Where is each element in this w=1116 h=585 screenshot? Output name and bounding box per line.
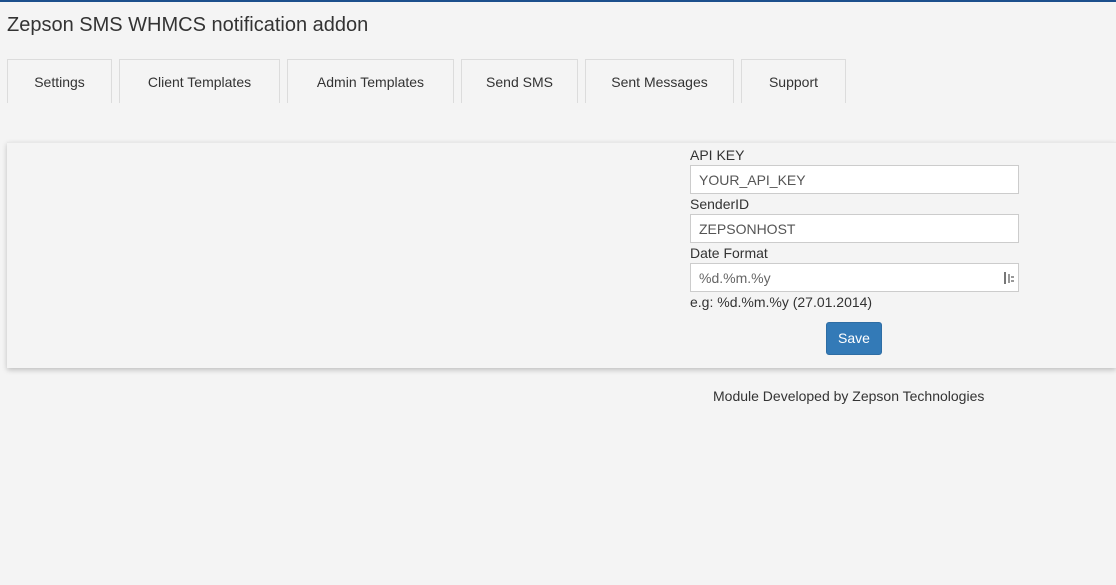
- date-format-label: Date Format: [690, 245, 768, 261]
- save-button[interactable]: Save: [826, 322, 882, 355]
- date-format-input[interactable]: [690, 263, 1019, 292]
- sender-id-label: SenderID: [690, 196, 750, 212]
- tab-admin-templates[interactable]: Admin Templates: [287, 59, 454, 103]
- input-format-icon: [1003, 271, 1015, 285]
- footer-credit: Module Developed by Zepson Technologies: [713, 388, 985, 404]
- tab-support[interactable]: Support: [741, 59, 846, 103]
- date-format-hint: e.g: %d.%m.%y (27.01.2014): [690, 294, 873, 310]
- tab-client-templates[interactable]: Client Templates: [119, 59, 280, 103]
- sender-id-input[interactable]: [690, 214, 1019, 243]
- api-key-input[interactable]: [690, 165, 1019, 194]
- page-title: Zepson SMS WHMCS notification addon: [7, 14, 369, 36]
- tab-send-sms[interactable]: Send SMS: [461, 59, 578, 103]
- tab-settings[interactable]: Settings: [7, 59, 112, 103]
- settings-panel: API KEY SenderID Date Format e.g: %d.%m.…: [7, 142, 1116, 368]
- tab-sent-messages[interactable]: Sent Messages: [585, 59, 734, 103]
- top-accent-bar: [0, 0, 1116, 2]
- api-key-label: API KEY: [690, 147, 745, 163]
